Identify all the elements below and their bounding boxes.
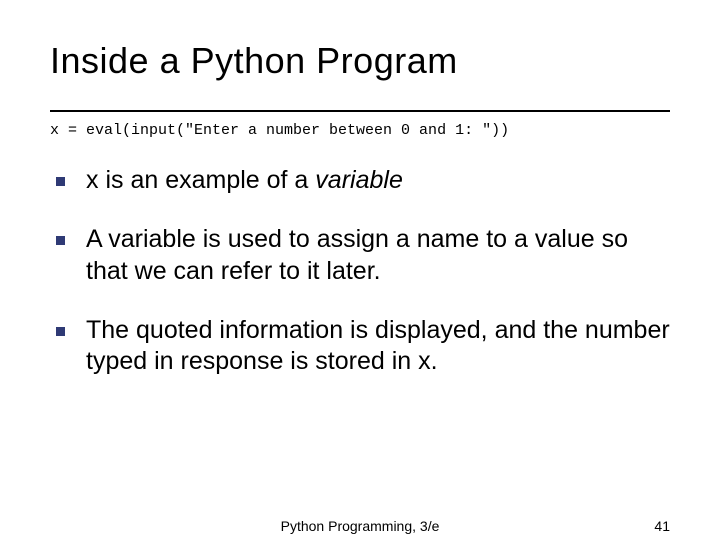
slide: Inside a Python Program x = eval(input("… xyxy=(0,0,720,540)
bullet-text-pre: The quoted information is displayed, and… xyxy=(86,316,670,375)
slide-title-block: Inside a Python Program xyxy=(50,40,670,112)
code-line: x = eval(input("Enter a number between 0… xyxy=(50,122,670,139)
page-number: 41 xyxy=(654,518,670,534)
bullet-square-icon xyxy=(56,327,65,336)
bullet-item: A variable is used to assign a name to a… xyxy=(50,224,670,287)
bullet-square-icon xyxy=(56,177,65,186)
title-underline xyxy=(50,110,670,112)
bullet-item: x is an example of a variable xyxy=(50,165,670,196)
bullet-text-pre: x is an example of a xyxy=(86,166,315,194)
bullet-item: The quoted information is displayed, and… xyxy=(50,315,670,378)
bullet-list: x is an example of a variable A variable… xyxy=(50,165,670,377)
footer-text: Python Programming, 3/e xyxy=(281,518,440,534)
slide-title: Inside a Python Program xyxy=(50,40,670,82)
bullet-square-icon xyxy=(56,236,65,245)
bullet-text-em: variable xyxy=(315,166,403,194)
bullet-text-pre: A variable is used to assign a name to a… xyxy=(86,225,628,284)
